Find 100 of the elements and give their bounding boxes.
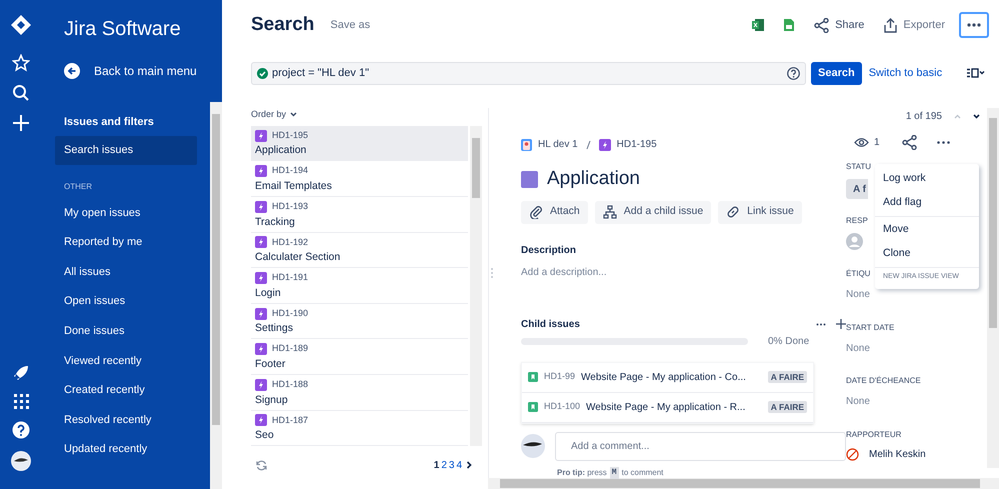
more-icon xyxy=(967,23,981,27)
issue-counter: 1 of 195 xyxy=(906,110,942,124)
story-icon xyxy=(255,378,267,391)
nav-item[interactable]: Viewed recently xyxy=(55,346,197,376)
field-label: ÉTIQU xyxy=(846,268,870,280)
field-value[interactable]: None xyxy=(846,340,870,356)
share-button[interactable]: Share xyxy=(814,16,864,34)
star-icon[interactable] xyxy=(12,54,30,72)
app-grid-icon[interactable] xyxy=(13,393,29,409)
user-name[interactable]: Melih Keskin xyxy=(869,446,926,462)
product-title: Jira Software xyxy=(64,17,182,41)
more-icon[interactable] xyxy=(936,141,950,144)
field-label: START DATE xyxy=(846,322,894,334)
menu-item[interactable]: Move xyxy=(875,218,979,242)
nav-item[interactable]: All issues xyxy=(55,257,197,287)
issue-key: HD1-188 xyxy=(272,378,308,392)
hierarchy-icon xyxy=(602,205,617,219)
nav-item[interactable]: Search issues xyxy=(55,136,197,165)
issue-list-item[interactable]: HD1-192 Calculater Section xyxy=(251,232,468,268)
help-icon[interactable] xyxy=(787,66,800,80)
section-heading: Issues and filters xyxy=(63,115,155,130)
nav-item[interactable]: Resolved recently xyxy=(55,405,197,435)
plus-icon[interactable] xyxy=(836,319,846,329)
nav-item[interactable]: Open issues xyxy=(55,286,197,316)
document-icon[interactable] xyxy=(784,19,794,31)
eye-icon xyxy=(854,137,869,148)
rocket-icon[interactable] xyxy=(13,365,29,381)
issue-summary: Signup xyxy=(255,392,289,408)
section-heading: Description xyxy=(521,244,578,258)
more-icon[interactable] xyxy=(816,322,826,326)
issue-key: HD1-191 xyxy=(272,271,308,285)
export-button[interactable]: Exporter xyxy=(884,16,945,34)
keyboard-key: M xyxy=(610,466,619,478)
back-link[interactable]: Back to main menu xyxy=(64,62,222,80)
description-field[interactable]: Add a description... xyxy=(521,264,846,280)
field-value[interactable]: None xyxy=(846,287,870,302)
menu-item[interactable]: Log work xyxy=(875,167,979,191)
issue-key: HD1-187 xyxy=(272,414,308,428)
help-icon[interactable] xyxy=(12,421,30,439)
switch-to-basic-link[interactable]: Switch to basic xyxy=(868,64,942,82)
issue-list-item[interactable]: HD1-187 Seo xyxy=(251,410,468,446)
story-icon xyxy=(255,308,267,320)
field-label: RAPPORTEUR xyxy=(846,428,902,440)
issue-title: Application xyxy=(547,167,640,191)
issue-key: HD1-195 xyxy=(272,128,308,142)
action-button[interactable]: Add a child issue xyxy=(594,200,712,224)
nav-item[interactable]: Done issues xyxy=(55,316,197,346)
page-link[interactable]: 3 xyxy=(448,458,454,473)
issue-key-link[interactable]: HD1-195 xyxy=(616,137,657,152)
save-as-button[interactable]: Save as xyxy=(330,16,370,34)
issue-type-icon xyxy=(521,170,538,188)
refresh-icon[interactable] xyxy=(256,460,267,471)
child-issue-row[interactable]: HD1-100 Website Page - My application - R... A FAIRE xyxy=(522,392,813,422)
nav-item[interactable]: Created recently xyxy=(55,376,197,406)
page-title: Search xyxy=(251,12,314,37)
issue-summary: Seo xyxy=(255,428,275,444)
story-icon xyxy=(255,414,267,426)
share-icon[interactable] xyxy=(902,135,917,150)
page-link[interactable]: 2 xyxy=(441,458,447,473)
layout-switcher[interactable] xyxy=(967,68,985,78)
order-by-button[interactable]: Order by xyxy=(251,108,482,122)
field-label: DATE D'ÉCHEANCE xyxy=(846,375,921,387)
issue-list-item[interactable]: HD1-195 Application xyxy=(251,126,468,162)
issue-key: HD1-189 xyxy=(272,342,308,356)
child-issue-row[interactable]: HD1-99 Website Page - My application - Co... A FAIRE xyxy=(522,362,813,392)
menu-item[interactable]: Add flag xyxy=(875,191,979,215)
spreadsheet-icon[interactable] xyxy=(752,19,764,31)
chevron-down-icon[interactable] xyxy=(973,114,980,118)
user-avatar-icon xyxy=(846,232,863,250)
separator-icon xyxy=(586,140,591,150)
avatar-icon[interactable] xyxy=(11,451,31,471)
pro-tip-text: to comment xyxy=(622,466,664,478)
share-icon xyxy=(814,18,830,32)
action-button[interactable]: Link issue xyxy=(718,200,802,224)
story-icon xyxy=(255,130,267,142)
chevron-right-icon[interactable] xyxy=(466,461,472,470)
story-icon xyxy=(255,272,267,284)
comment-field[interactable]: Add a comment... xyxy=(555,432,846,460)
field-value[interactable]: None xyxy=(846,394,870,409)
jira-logo-icon[interactable] xyxy=(10,14,32,36)
page-link[interactable]: 1 xyxy=(434,458,440,473)
page-link[interactable]: 4 xyxy=(456,458,462,473)
story-icon xyxy=(255,343,267,356)
issue-summary: Email Templates xyxy=(255,178,333,194)
search-button[interactable]: Search xyxy=(811,62,862,84)
more-button[interactable] xyxy=(959,12,989,38)
search-icon[interactable] xyxy=(12,84,30,102)
project-link[interactable]: HL dev 1 xyxy=(538,137,578,152)
nav-item[interactable]: Reported by me xyxy=(55,228,197,258)
status-lozenge: A FAIRE xyxy=(768,370,807,384)
watch-button[interactable]: 1 xyxy=(854,135,880,150)
menu-item[interactable]: Clone xyxy=(875,242,979,266)
issue-summary: Footer xyxy=(255,356,286,372)
nav-item[interactable]: My open issues xyxy=(55,198,197,228)
action-button[interactable]: Attach xyxy=(521,200,588,224)
query-field[interactable]: project = "HL dev 1" xyxy=(251,62,806,84)
issue-summary: Login xyxy=(255,286,282,301)
nav-item[interactable]: Updated recently xyxy=(55,434,197,464)
status-button[interactable]: A f xyxy=(846,179,868,199)
link-icon xyxy=(726,205,740,219)
